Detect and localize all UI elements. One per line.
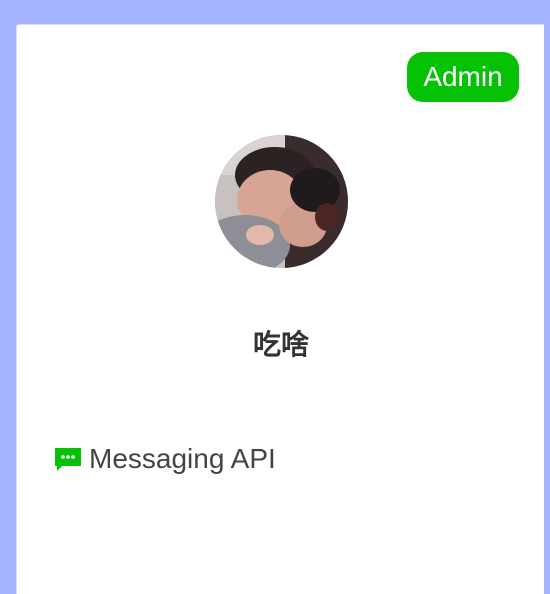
feature-messaging-api: Messaging API bbox=[53, 439, 276, 479]
avatar-image bbox=[215, 135, 348, 268]
avatar bbox=[215, 135, 348, 268]
message-icon bbox=[53, 446, 83, 472]
feature-label: Messaging API bbox=[89, 443, 276, 474]
role-badge: Admin bbox=[407, 52, 519, 102]
bot-name: 吃啥 bbox=[252, 328, 309, 361]
bot-card[interactable]: Admin 吃啥 Messaging API bbox=[16, 24, 544, 594]
